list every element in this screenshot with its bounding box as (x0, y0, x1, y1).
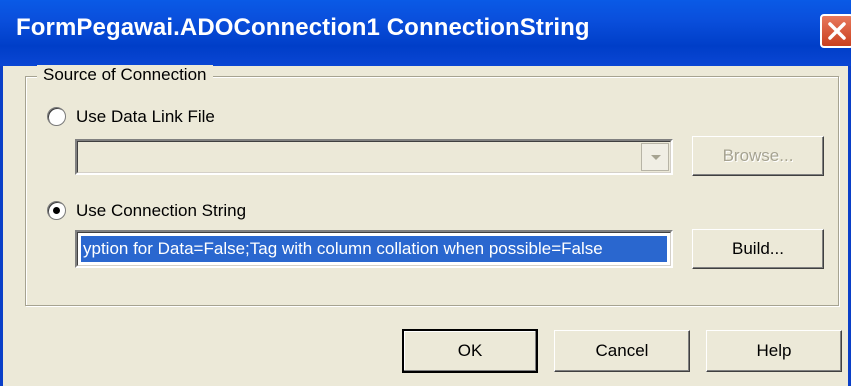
connection-string-input[interactable]: yption for Data=False;Tag with column co… (75, 230, 673, 268)
dialog-title: FormPegawai.ADOConnection1 ConnectionStr… (16, 14, 590, 41)
connection-string-dialog: FormPegawai.ADOConnection1 ConnectionStr… (0, 0, 855, 386)
browse-button[interactable]: Browse... (692, 136, 824, 176)
build-button[interactable]: Build... (692, 229, 824, 269)
connection-string-value: yption for Data=False;Tag with column co… (81, 236, 667, 262)
cancel-button[interactable]: Cancel (554, 330, 690, 372)
connection-string-radio-label[interactable]: Use Connection String (76, 201, 246, 221)
help-button[interactable]: Help (706, 330, 842, 372)
close-icon (828, 22, 846, 40)
data-link-file-combo[interactable] (75, 139, 673, 175)
window-edge (851, 0, 855, 386)
radio-selected-dot (53, 207, 60, 214)
source-group-label: Source of Connection (37, 65, 213, 85)
title-bar[interactable]: FormPegawai.ADOConnection1 ConnectionStr… (0, 0, 855, 66)
ok-button[interactable]: OK (402, 329, 538, 373)
data-link-radio[interactable] (47, 107, 66, 126)
combo-dropdown-button[interactable] (641, 143, 669, 171)
data-link-radio-label[interactable]: Use Data Link File (76, 107, 215, 127)
close-button[interactable] (820, 14, 854, 48)
connection-string-radio[interactable] (47, 201, 66, 220)
chevron-down-icon (651, 155, 661, 160)
